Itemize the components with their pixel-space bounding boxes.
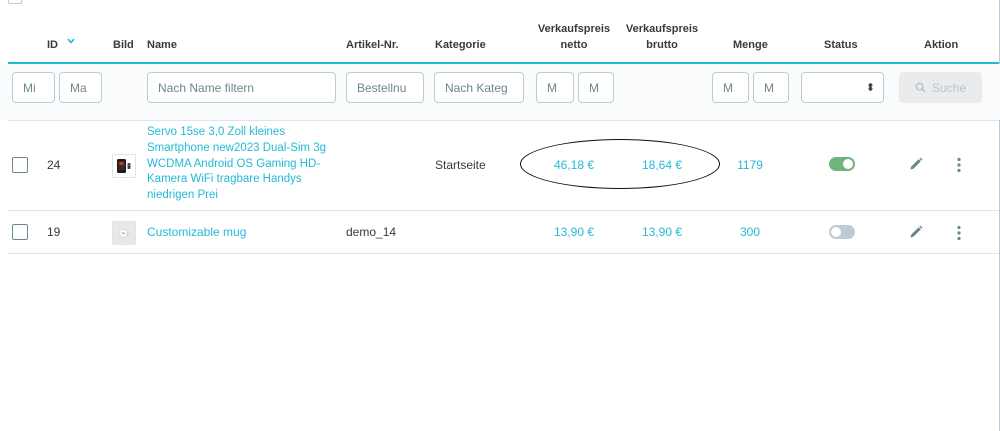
- filter-price-net-max-input[interactable]: M: [578, 72, 614, 103]
- select-arrows-icon: ⬍: [865, 82, 875, 94]
- column-header-price-gross-line1: Verkaufspreis: [625, 23, 699, 35]
- column-header-price-net[interactable]: Verkaufspreis netto: [530, 21, 618, 53]
- column-header-id[interactable]: ID: [47, 37, 58, 53]
- column-header-status[interactable]: Status: [824, 37, 858, 53]
- status-toggle[interactable]: [829, 225, 855, 239]
- column-header-price-gross[interactable]: Verkaufspreis brutto: [618, 21, 706, 53]
- column-header-price-net-line1: Verkaufspreis: [537, 23, 611, 35]
- table-header: ID Bild Name Artikel-Nr. Kategorie Verka…: [0, 0, 1000, 62]
- column-header-price-gross-line2: brutto: [646, 39, 678, 51]
- product-category: Startseite: [435, 158, 486, 172]
- product-price-gross[interactable]: 18,64 €: [618, 158, 706, 172]
- column-header-image: Bild: [113, 39, 134, 51]
- more-vertical-icon[interactable]: [956, 225, 962, 241]
- product-price-net[interactable]: 13,90 €: [530, 225, 618, 239]
- row-divider: [8, 253, 999, 254]
- status-toggle[interactable]: [829, 157, 855, 171]
- filter-price-net-min-input[interactable]: M: [536, 72, 574, 103]
- product-id: 19: [47, 225, 61, 239]
- column-header-action: Aktion: [924, 39, 959, 51]
- column-header-reference[interactable]: Artikel-Nr.: [346, 37, 399, 53]
- column-header-name[interactable]: Name: [147, 37, 177, 53]
- search-icon: [915, 82, 926, 93]
- product-name-link[interactable]: Servo 15se 3,0 Zoll kleines Smartphone n…: [147, 125, 337, 204]
- filter-category-input[interactable]: Nach Kateg: [434, 72, 524, 103]
- filter-name-input[interactable]: Nach Name filtern: [147, 72, 336, 103]
- filter-quantity-max-input[interactable]: M: [753, 72, 789, 103]
- more-vertical-icon[interactable]: [956, 157, 962, 173]
- toggle-knob: [843, 159, 853, 169]
- product-price-gross[interactable]: 13,90 €: [618, 225, 706, 239]
- filter-quantity-min-input[interactable]: M: [712, 72, 749, 103]
- filter-id-max-input[interactable]: Ma: [59, 72, 102, 103]
- filter-status-select[interactable]: ⬍: [801, 72, 884, 103]
- product-image-mug: [113, 222, 135, 244]
- edit-pencil-icon[interactable]: [909, 225, 923, 239]
- search-button[interactable]: Suche: [899, 72, 982, 103]
- row-select-checkbox[interactable]: [12, 224, 28, 240]
- table-row: 19 Customizable mug demo_14 13,90 € 13,9…: [0, 211, 1000, 253]
- filter-id-min-input[interactable]: Mi: [12, 72, 55, 103]
- product-image-phone: [117, 159, 131, 173]
- toggle-knob: [831, 227, 841, 237]
- product-thumbnail[interactable]: [112, 221, 136, 245]
- column-header-quantity[interactable]: Menge: [733, 37, 768, 53]
- product-thumbnail[interactable]: [112, 154, 136, 178]
- row-select-checkbox[interactable]: [12, 157, 28, 173]
- product-reference: demo_14: [346, 225, 397, 239]
- search-button-label: Suche: [931, 80, 967, 95]
- product-quantity[interactable]: 300: [720, 225, 780, 239]
- column-header-category[interactable]: Kategorie: [435, 37, 486, 53]
- filter-reference-input[interactable]: Bestellnu: [346, 72, 424, 103]
- sort-chevron-down-icon[interactable]: [67, 38, 75, 44]
- product-id: 24: [47, 158, 61, 172]
- product-price-net[interactable]: 46,18 €: [530, 158, 618, 172]
- edit-pencil-icon[interactable]: [909, 157, 923, 171]
- filter-row: Mi Ma Nach Name filtern Bestellnu Nach K…: [0, 64, 1000, 120]
- product-name-link[interactable]: Customizable mug: [147, 225, 246, 239]
- table-row: 24 Servo 15se 3,0 Zoll kleines Smartphon…: [0, 121, 1000, 211]
- product-quantity[interactable]: 1179: [720, 158, 780, 172]
- column-header-price-net-line2: netto: [560, 39, 588, 51]
